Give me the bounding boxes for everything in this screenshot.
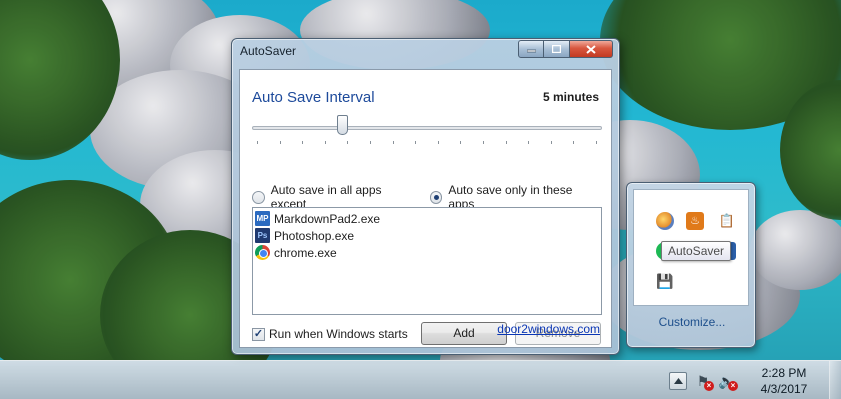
slider-thumb[interactable] <box>337 115 348 135</box>
arrow-up-icon <box>673 377 683 384</box>
slider-tick <box>460 141 461 144</box>
interval-value: 5 minutes <box>542 90 599 104</box>
startup-option[interactable]: ✓ Run when Windows starts <box>252 327 408 341</box>
window-titlebar[interactable]: AutoSaver <box>232 39 619 63</box>
slider-tick <box>438 141 439 144</box>
notification-area: ⚑ × 🔈 × 2:28 PM 4/3/2017 <box>669 361 841 399</box>
taskbar: ⚑ × 🔈 × 2:28 PM 4/3/2017 <box>0 360 841 399</box>
autosaver-tooltip: AutoSaver <box>661 241 732 261</box>
markdownpad-icon: MP <box>255 211 270 226</box>
floppy-disk-icon[interactable]: 💾 <box>656 272 674 290</box>
slider-tick <box>551 141 552 144</box>
slider-tick <box>573 141 574 144</box>
app-name: chrome.exe <box>274 245 337 260</box>
close-button[interactable] <box>570 40 613 58</box>
list-item[interactable]: Ps Photoshop.exe <box>255 227 599 244</box>
maximize-icon <box>552 45 561 53</box>
show-desktop-button[interactable] <box>829 361 841 399</box>
slider-tick <box>325 141 326 144</box>
slider-tick <box>483 141 484 144</box>
interval-slider[interactable] <box>252 112 602 146</box>
slider-tick <box>347 141 348 144</box>
run-on-startup-label[interactable]: Run when Windows starts <box>269 327 408 341</box>
minimize-button[interactable] <box>518 40 544 58</box>
slider-tick <box>528 141 529 144</box>
clock[interactable]: 2:28 PM 4/3/2017 <box>749 365 819 397</box>
window-title: AutoSaver <box>240 44 297 58</box>
slider-tick <box>596 141 597 144</box>
slider-tick <box>302 141 303 144</box>
tray-overflow-flyout: ♨ 📋 ≈ 💾 Customize... <box>626 182 756 348</box>
app-name: Photoshop.exe <box>274 228 355 243</box>
colorpicker-icon[interactable] <box>656 212 674 230</box>
radio-all-apps[interactable] <box>252 190 265 204</box>
radio-only-these-apps[interactable] <box>429 190 443 204</box>
run-on-startup-checkbox[interactable]: ✓ <box>252 327 265 341</box>
slider-ticks <box>252 141 602 145</box>
autosaver-window: AutoSaver Auto Save Interval 5 minutes A… <box>231 38 620 355</box>
slider-tick <box>506 141 507 144</box>
photoshop-icon: Ps <box>255 228 270 243</box>
slider-tick <box>370 141 371 144</box>
customize-link[interactable]: Customize... <box>627 315 757 329</box>
slider-track[interactable] <box>252 126 602 130</box>
maximize-button[interactable] <box>544 40 570 58</box>
volume-muted-icon[interactable]: 🔈 × <box>717 371 738 391</box>
list-item[interactable]: chrome.exe <box>255 244 599 261</box>
app-list[interactable]: MP MarkdownPad2.exe Ps Photoshop.exe chr… <box>252 207 602 315</box>
app-name: MarkdownPad2.exe <box>274 211 381 226</box>
slider-tick <box>280 141 281 144</box>
website-link[interactable]: door2windows.com <box>497 322 600 336</box>
show-hidden-icons-button[interactable] <box>669 371 687 390</box>
window-client-area: Auto Save Interval 5 minutes Auto save i… <box>239 69 612 348</box>
minimize-icon <box>526 49 536 52</box>
action-center-flag-icon[interactable]: ⚑ × <box>693 371 714 391</box>
list-item[interactable]: MP MarkdownPad2.exe <box>255 210 599 227</box>
mute-badge-icon: × <box>728 380 738 391</box>
chrome-icon <box>255 245 270 260</box>
caption-buttons <box>518 40 613 58</box>
java-icon[interactable]: ♨ <box>686 212 704 230</box>
interval-heading: Auto Save Interval <box>252 89 375 106</box>
slider-tick <box>415 141 416 144</box>
add-button[interactable]: Add <box>421 322 507 345</box>
slider-tick <box>257 141 258 144</box>
clipboard-icon[interactable]: 📋 <box>718 212 736 230</box>
close-icon <box>586 44 596 54</box>
clock-time: 2:28 PM <box>761 365 807 380</box>
slider-tick <box>393 141 394 144</box>
clock-date: 4/3/2017 <box>760 381 808 396</box>
error-badge-icon: × <box>704 380 714 391</box>
